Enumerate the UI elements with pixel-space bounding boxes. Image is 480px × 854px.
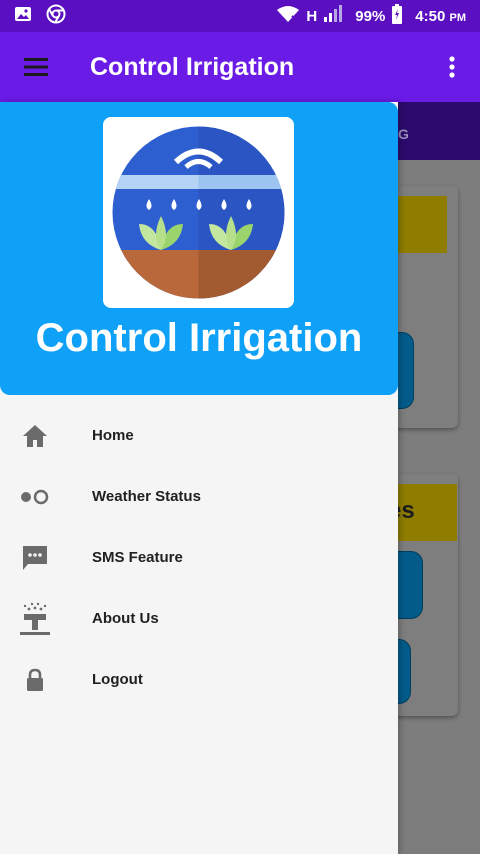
app-title: Control Irrigation bbox=[90, 52, 295, 81]
clock-suffix: PM bbox=[449, 11, 467, 24]
background-card-top-header bbox=[390, 196, 447, 253]
menu-item-sms-feature[interactable]: SMS Feature bbox=[0, 527, 398, 588]
status-bar: H 99% 4:50 PM bbox=[0, 0, 480, 32]
drawer-menu: Home Weather Status SMS Feature About Us… bbox=[0, 405, 398, 710]
menu-item-about-us[interactable]: About Us bbox=[0, 588, 398, 649]
menu-item-label: SMS Feature bbox=[92, 549, 183, 566]
drawer-header: Control Irrigation bbox=[0, 102, 398, 395]
app-logo bbox=[103, 117, 294, 308]
navigation-drawer: Control Irrigation Home Weather Status S… bbox=[0, 102, 398, 854]
home-icon bbox=[18, 419, 52, 453]
drawer-title: Control Irrigation bbox=[35, 316, 363, 360]
hamburger-menu-icon[interactable] bbox=[18, 49, 54, 85]
menu-item-logout[interactable]: Logout bbox=[0, 649, 398, 710]
clock: 4:50 PM bbox=[415, 8, 466, 25]
gallery-icon bbox=[14, 6, 32, 27]
app-bar: Control Irrigation bbox=[0, 32, 480, 102]
lock-icon bbox=[18, 663, 52, 697]
clock-time: 4:50 bbox=[415, 7, 446, 25]
battery-icon bbox=[391, 4, 403, 28]
toggle-dots-icon bbox=[18, 480, 52, 514]
background-tab-bar: G bbox=[398, 102, 480, 160]
chrome-icon bbox=[46, 4, 66, 29]
network-type: H bbox=[306, 7, 318, 25]
sms-icon bbox=[18, 541, 52, 575]
background-tab-label: G bbox=[398, 126, 409, 142]
battery-percent: 99% bbox=[355, 7, 386, 25]
irrigation-logo-icon bbox=[112, 126, 285, 299]
menu-item-label: About Us bbox=[92, 610, 159, 627]
wifi-icon bbox=[276, 5, 300, 27]
menu-item-home[interactable]: Home bbox=[0, 405, 398, 466]
signal-icon bbox=[323, 5, 343, 27]
menu-item-label: Logout bbox=[92, 671, 143, 688]
menu-item-label: Weather Status bbox=[92, 488, 201, 505]
overflow-menu-icon[interactable] bbox=[440, 49, 464, 85]
menu-item-weather-status[interactable]: Weather Status bbox=[0, 466, 398, 527]
sprinkler-icon bbox=[18, 602, 52, 636]
menu-item-label: Home bbox=[92, 427, 134, 444]
